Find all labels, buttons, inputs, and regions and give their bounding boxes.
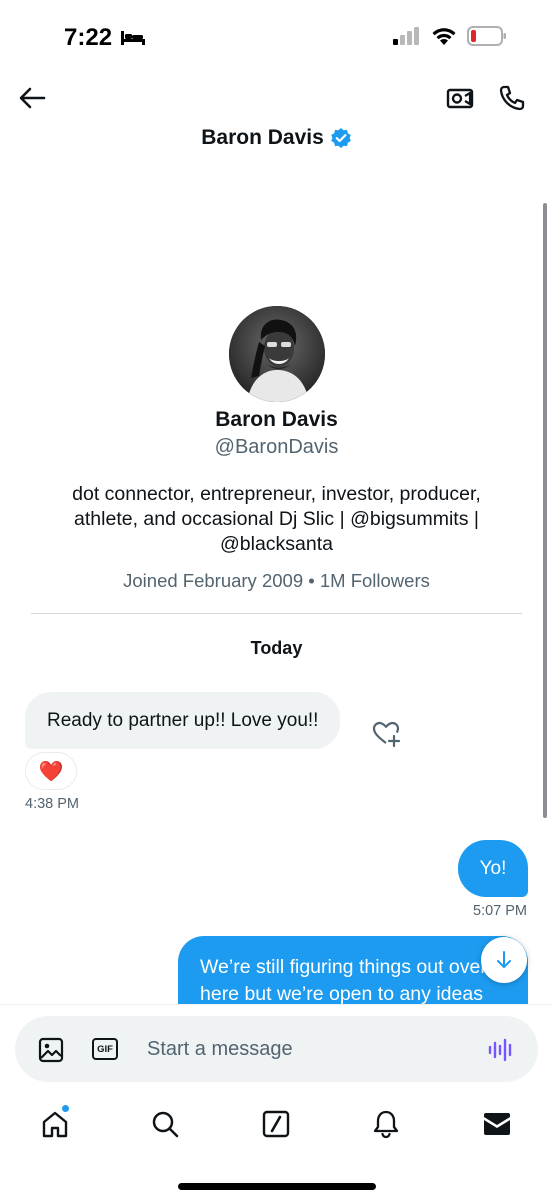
cellular-signal-icon bbox=[393, 27, 419, 45]
search-icon bbox=[152, 1111, 179, 1138]
add-reaction-button[interactable] bbox=[372, 720, 402, 748]
status-bar: 7:22 bbox=[0, 0, 553, 70]
status-indicators bbox=[393, 26, 507, 46]
heart-reaction-icon: ❤️ bbox=[38, 760, 64, 783]
outgoing-message-bubble[interactable]: Yo! bbox=[458, 840, 528, 897]
conversation-header: Baron Davis bbox=[0, 70, 553, 170]
scroll-to-bottom-button[interactable] bbox=[481, 937, 527, 983]
arrow-down-icon bbox=[497, 951, 511, 968]
divider bbox=[31, 613, 522, 614]
arrow-left-icon bbox=[19, 87, 46, 109]
bottom-tab-bar bbox=[0, 1096, 553, 1156]
video-camera-icon bbox=[446, 88, 474, 109]
image-icon bbox=[38, 1037, 64, 1063]
message-timestamp: 5:07 PM bbox=[473, 903, 527, 919]
notification-dot bbox=[61, 1104, 70, 1113]
tab-messages[interactable] bbox=[479, 1106, 515, 1142]
status-time-label: 7:22 bbox=[64, 24, 113, 51]
message-input[interactable] bbox=[147, 1030, 467, 1068]
bell-icon bbox=[373, 1110, 399, 1139]
conversation-title[interactable]: Baron Davis bbox=[0, 126, 553, 150]
gif-button[interactable]: GIF bbox=[92, 1038, 118, 1060]
incoming-message-bubble[interactable]: Ready to partner up!! Love you!! bbox=[25, 692, 341, 749]
tab-notifications[interactable] bbox=[368, 1106, 404, 1142]
home-indicator[interactable] bbox=[178, 1183, 376, 1190]
profile-handle: @BaronDavis bbox=[214, 436, 339, 458]
sleep-focus-icon bbox=[121, 31, 146, 45]
battery-icon bbox=[467, 26, 506, 46]
profile-meta: Joined February 2009 • 1M Followers bbox=[123, 570, 430, 591]
profile-photo bbox=[229, 306, 325, 402]
day-separator: Today bbox=[250, 638, 303, 658]
home-icon bbox=[42, 1111, 68, 1138]
status-time: 7:22 bbox=[64, 24, 146, 52]
grok-icon bbox=[262, 1110, 290, 1138]
avatar[interactable] bbox=[229, 306, 325, 402]
verified-badge-icon bbox=[330, 128, 351, 148]
profile-bio: dot connector, entrepreneur, investor, p… bbox=[72, 483, 481, 555]
tab-grok[interactable] bbox=[258, 1106, 294, 1142]
message-text: We’re still figuring things out over her… bbox=[200, 956, 487, 1005]
mail-icon bbox=[484, 1113, 510, 1135]
gif-icon: GIF bbox=[97, 1043, 113, 1055]
voice-call-button[interactable] bbox=[496, 82, 528, 114]
conversation-title-label: Baron Davis bbox=[201, 126, 324, 149]
voice-wave-icon bbox=[488, 1038, 512, 1062]
phone-icon bbox=[499, 85, 525, 111]
message-timestamp: 4:38 PM bbox=[25, 796, 79, 812]
reaction-badge[interactable]: ❤️ bbox=[25, 752, 77, 790]
scrollbar[interactable] bbox=[543, 203, 547, 818]
message-text: Ready to partner up!! Love you!! bbox=[47, 709, 319, 731]
wifi-icon bbox=[432, 27, 456, 45]
message-composer: GIF bbox=[15, 1016, 538, 1082]
tab-search[interactable] bbox=[147, 1106, 183, 1142]
voice-message-button[interactable] bbox=[485, 1036, 517, 1064]
video-call-button[interactable] bbox=[444, 82, 476, 114]
heart-plus-icon bbox=[372, 721, 401, 748]
back-button[interactable] bbox=[16, 82, 48, 114]
add-photo-button[interactable] bbox=[37, 1036, 65, 1064]
profile-name: Baron Davis bbox=[215, 408, 338, 431]
message-text: Yo! bbox=[479, 857, 507, 879]
